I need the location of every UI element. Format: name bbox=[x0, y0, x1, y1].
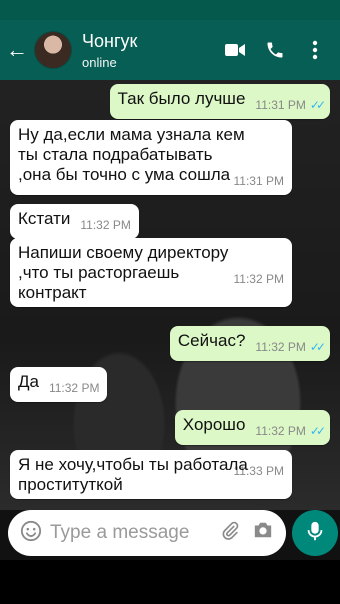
message-text: Сейчас? bbox=[177, 331, 246, 350]
message-time: 11:32 PM bbox=[255, 424, 306, 438]
microphone-button[interactable] bbox=[292, 510, 338, 556]
paperclip-icon[interactable] bbox=[220, 520, 240, 547]
message-bubble-incoming[interactable]: Да 11:32 PM bbox=[10, 367, 108, 402]
header-actions bbox=[224, 39, 326, 61]
video-camera-icon[interactable] bbox=[224, 39, 246, 61]
message-bubble-incoming[interactable]: Ну да,если мама узнала кем ты стала подр… bbox=[10, 120, 292, 195]
read-ticks-icon: ✓✓ bbox=[309, 424, 326, 438]
message-time: 11:32 PM bbox=[48, 381, 100, 395]
chat-area[interactable]: Так было лучше 11:31 PM ✓✓ Ну да,если ма… bbox=[0, 80, 340, 510]
message-text: Да bbox=[18, 372, 39, 391]
arrow-left-icon[interactable]: ← bbox=[6, 39, 32, 61]
message-meta: 11:32 PM ✓✓ bbox=[255, 421, 326, 441]
message-meta: 11:31 PM ✓✓ bbox=[255, 95, 326, 115]
message-meta: 11:32 PM ✓✓ bbox=[255, 337, 326, 357]
message-bubble-incoming[interactable]: Я не хочу,чтобы ты работала проституткой… bbox=[10, 450, 292, 499]
message-meta: 11:32 PM bbox=[49, 378, 99, 398]
contact-status: online bbox=[82, 54, 117, 70]
composer-actions bbox=[220, 520, 274, 547]
message-text: Я не хочу,чтобы ты работала проституткой bbox=[18, 455, 248, 494]
system-navigation-bar bbox=[0, 560, 340, 604]
message-input[interactable]: Type a message bbox=[8, 510, 286, 556]
status-bar bbox=[0, 0, 340, 20]
message-bubble-outgoing[interactable]: Так было лучше 11:31 PM ✓✓ bbox=[109, 84, 330, 119]
more-vertical-icon[interactable] bbox=[304, 39, 326, 61]
message-time: 11:32 PM bbox=[255, 340, 306, 354]
camera-icon[interactable] bbox=[252, 520, 274, 547]
message-bubble-outgoing[interactable]: Хорошо 11:32 PM ✓✓ bbox=[174, 410, 330, 445]
message-placeholder: Type a message bbox=[50, 522, 190, 543]
message-time: 11:32 PM bbox=[233, 272, 284, 286]
message-time: 11:31 PM bbox=[233, 174, 284, 188]
message-text: Так было лучше bbox=[117, 89, 246, 108]
message-time: 11:31 PM bbox=[255, 98, 306, 112]
contact-name: Чонгук bbox=[82, 30, 138, 51]
message-bubble-incoming[interactable]: Кстати 11:32 PM bbox=[10, 204, 139, 239]
message-text: Напиши своему директору ,что ты расторга… bbox=[18, 243, 229, 302]
message-meta: 11:31 PM bbox=[234, 171, 284, 191]
message-time: 11:32 PM bbox=[80, 218, 131, 232]
read-ticks-icon: ✓✓ bbox=[309, 98, 326, 112]
message-text: Кстати bbox=[18, 209, 71, 228]
message-bubble-outgoing[interactable]: Сейчас? 11:32 PM ✓✓ bbox=[169, 326, 330, 361]
avatar[interactable] bbox=[34, 31, 72, 69]
emoji-icon[interactable] bbox=[20, 520, 42, 547]
contact-info[interactable]: Чонгук online bbox=[82, 31, 137, 70]
message-bubble-incoming[interactable]: Напиши своему директору ,что ты расторга… bbox=[10, 238, 292, 307]
read-ticks-icon: ✓✓ bbox=[309, 340, 326, 354]
microphone-icon bbox=[306, 520, 324, 547]
phone-icon[interactable] bbox=[264, 39, 286, 61]
message-text: Хорошо bbox=[182, 415, 246, 434]
message-meta: 11:32 PM bbox=[80, 215, 130, 235]
message-text: Ну да,если мама узнала кем ты стала подр… bbox=[18, 125, 245, 184]
chat-header: ← Чонгук online bbox=[0, 20, 340, 80]
message-meta: 11:32 PM bbox=[234, 269, 284, 289]
